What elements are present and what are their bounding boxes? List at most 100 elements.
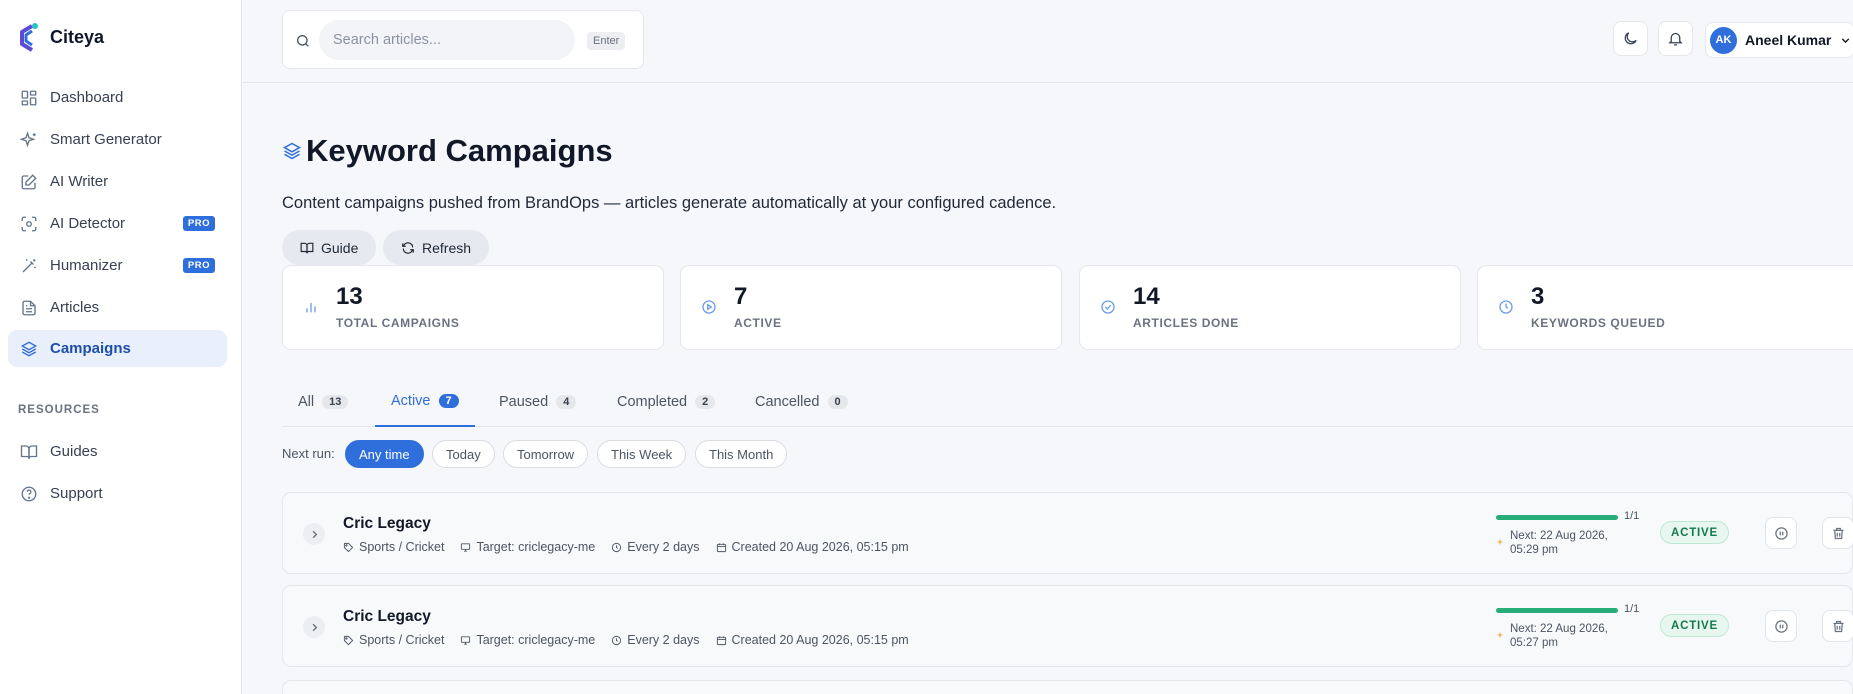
monitor-icon: [461, 635, 471, 645]
document-icon: [22, 300, 36, 315]
stat-label: TOTAL CAMPAIGNS: [336, 316, 460, 330]
book-open-icon: [300, 242, 314, 253]
filter-today[interactable]: Today: [432, 440, 495, 468]
notifications-button[interactable]: [1658, 21, 1693, 56]
clock-icon: [612, 635, 622, 645]
sidebar-item-label: AI Writer: [50, 173, 109, 190]
brand-name: Citeya: [50, 26, 105, 47]
pro-badge: PRO: [182, 258, 215, 273]
calendar-icon: [716, 542, 726, 552]
sidebar-item-campaigns[interactable]: Campaigns: [8, 330, 227, 367]
guide-button[interactable]: Guide: [282, 230, 377, 265]
sidebar-item-articles[interactable]: Articles: [8, 289, 227, 326]
tag-icon: [343, 542, 354, 552]
sparkles-icon: [20, 130, 36, 147]
sidebar-item-label: Guides: [50, 443, 98, 460]
meta-category: Sports / Cricket: [343, 540, 444, 554]
sidebar-item-guides[interactable]: Guides: [8, 433, 227, 470]
meta-category: Sports / Cricket: [343, 633, 444, 647]
guide-label: Guide: [321, 239, 359, 256]
sidebar-item-ai-writer[interactable]: AI Writer: [8, 163, 227, 200]
topbar: Enter AK Aneel Kumar: [242, 0, 1853, 83]
filter-tomorrow[interactable]: Tomorrow: [503, 440, 589, 468]
user-name: Aneel Kumar: [1745, 32, 1832, 48]
resources-label: RESOURCES: [18, 404, 100, 416]
book-open-icon: [20, 444, 38, 459]
pause-button[interactable]: [1765, 610, 1797, 642]
pause-button[interactable]: [1765, 517, 1797, 549]
theme-toggle-button[interactable]: [1613, 21, 1648, 56]
meta-created-text: Created 20 Aug 2026, 05:15 pm: [731, 633, 909, 647]
magic-wand-icon: [22, 258, 36, 272]
filter-any-time[interactable]: Any time: [345, 440, 424, 468]
tab-all[interactable]: All 13: [282, 377, 364, 427]
sidebar-item-smart-generator[interactable]: Smart Generator: [8, 121, 227, 158]
stat-articles-done: 14 ARTICLES DONE: [1079, 265, 1461, 350]
tab-completed[interactable]: Completed 2: [601, 377, 731, 427]
tab-paused[interactable]: Paused 4: [483, 377, 592, 427]
sidebar-item-dashboard[interactable]: Dashboard: [8, 79, 227, 116]
avatar: AK: [1710, 26, 1737, 54]
filter-this-month[interactable]: This Month: [695, 440, 788, 468]
campaign-title: Cric Legacy: [343, 515, 431, 532]
tab-count: 7: [438, 394, 459, 408]
sidebar-item-humanizer[interactable]: Humanizer PRO: [8, 247, 227, 284]
edit-icon: [21, 173, 37, 189]
user-menu[interactable]: AK Aneel Kumar: [1705, 22, 1853, 58]
search-field: [319, 20, 575, 60]
play-circle-icon: [702, 300, 716, 314]
meta-target-text: Target: criclegacy-me: [476, 540, 596, 554]
tab-count: 0: [827, 395, 848, 409]
status-badge: ACTIVE: [1660, 614, 1729, 637]
progress-fill: [1496, 608, 1618, 613]
sparkle-icon: [1496, 538, 1504, 546]
stat-value: 14: [1133, 283, 1160, 310]
progress-text: 1/1: [1624, 603, 1640, 615]
meta-cadence-text: Every 2 days: [627, 633, 700, 647]
next-run-label: Next run:: [282, 446, 335, 461]
bell-icon: [1668, 32, 1683, 46]
status-tabs: All 13 Active 7 Paused 4 Completed 2 Can…: [282, 377, 1853, 427]
pause-circle-icon: [1774, 619, 1788, 633]
tab-active[interactable]: Active 7: [375, 377, 475, 427]
stat-active: 7 ACTIVE: [680, 265, 1062, 350]
stat-total-campaigns: 13 TOTAL CAMPAIGNS: [282, 265, 664, 350]
status-badge: ACTIVE: [1660, 521, 1729, 544]
meta-target: Target: criclegacy-me: [460, 633, 595, 647]
refresh-label: Refresh: [422, 239, 472, 256]
sidebar-item-support[interactable]: Support: [8, 475, 227, 512]
tab-count: 2: [695, 395, 716, 409]
delete-button[interactable]: [1822, 517, 1853, 549]
page-subtitle: Content campaigns pushed from BrandOps —…: [282, 194, 1057, 212]
bar-chart-icon: [306, 303, 316, 313]
tab-label: All: [298, 394, 315, 410]
filter-this-week[interactable]: This Week: [597, 440, 687, 468]
delete-button[interactable]: [1822, 610, 1853, 642]
next-run: Next: 22 Aug 2026, 05:27 pm: [1496, 622, 1616, 650]
sidebar-item-label: Smart Generator: [50, 131, 162, 148]
meta-cadence: Every 2 days: [611, 633, 700, 647]
campaign-row-partial: [282, 680, 1853, 694]
stat-value: 13: [336, 283, 363, 310]
brand[interactable]: Citeya: [18, 22, 104, 52]
tab-cancelled[interactable]: Cancelled 0: [739, 377, 864, 427]
logo-icon: [20, 23, 38, 52]
tag-icon: [343, 635, 354, 645]
expand-button[interactable]: [303, 523, 325, 545]
sparkle-icon: [1496, 631, 1504, 639]
chevron-right-icon: [312, 623, 317, 631]
sidebar-item-ai-detector[interactable]: AI Detector PRO: [8, 205, 227, 242]
next-run-text: Next: 22 Aug 2026, 05:29 pm: [1510, 530, 1608, 556]
campaign-meta: Sports / Cricket Target: criclegacy-me E…: [343, 633, 909, 647]
layers-icon: [282, 142, 302, 160]
expand-button[interactable]: [303, 616, 325, 638]
trash-icon: [1833, 620, 1843, 632]
meta-target-text: Target: criclegacy-me: [476, 633, 596, 647]
meta-category-text: Sports / Cricket: [359, 540, 445, 554]
campaign-meta: Sports / Cricket Target: criclegacy-me E…: [343, 540, 909, 554]
meta-cadence: Every 2 days: [611, 540, 700, 554]
sidebar-item-label: AI Detector: [50, 215, 126, 232]
progress-text: 1/1: [1624, 510, 1640, 522]
search-input[interactable]: [333, 32, 575, 48]
refresh-button[interactable]: Refresh: [383, 230, 490, 265]
